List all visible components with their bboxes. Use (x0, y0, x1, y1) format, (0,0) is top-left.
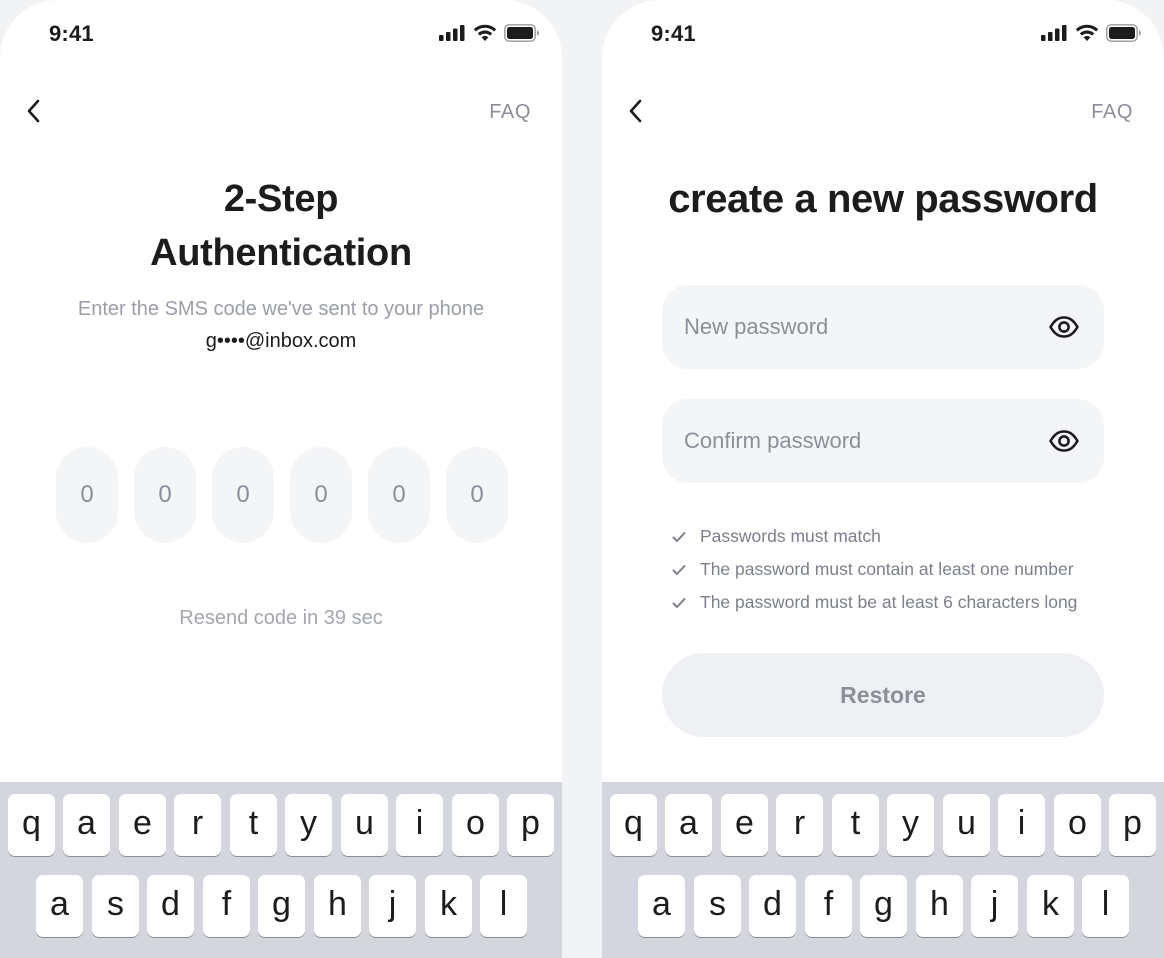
key[interactable]: e (721, 794, 768, 856)
keyboard-row-2: a s d f g h j k l (602, 875, 1164, 937)
key[interactable]: d (147, 875, 194, 937)
key[interactable]: h (916, 875, 963, 937)
key[interactable]: t (230, 794, 277, 856)
key[interactable]: o (452, 794, 499, 856)
on-screen-keyboard: q a e r t y u i o p a s d f g h j k l (602, 782, 1164, 958)
eye-icon (1049, 430, 1079, 452)
status-icons (1041, 24, 1142, 42)
key[interactable]: k (1027, 875, 1074, 937)
key[interactable]: f (203, 875, 250, 937)
restore-button[interactable]: Restore (662, 653, 1104, 737)
code-digit-input[interactable]: 0 (134, 447, 196, 543)
key[interactable]: t (832, 794, 879, 856)
back-button[interactable] (624, 96, 648, 126)
wifi-icon (1075, 24, 1099, 41)
password-rule-text: Passwords must match (700, 526, 881, 546)
key[interactable]: e (119, 794, 166, 856)
key[interactable]: r (174, 794, 221, 856)
code-digit-input[interactable]: 0 (212, 447, 274, 543)
key[interactable]: d (749, 875, 796, 937)
cellular-signal-icon (1041, 25, 1067, 41)
password-rule: The password must be at least 6 characte… (672, 586, 1077, 619)
key[interactable]: i (396, 794, 443, 856)
key[interactable]: q (8, 794, 55, 856)
battery-icon (1106, 24, 1141, 42)
title-line-2: Authentication (150, 232, 412, 274)
faq-link[interactable]: FAQ (1091, 101, 1133, 124)
status-icons (439, 24, 540, 42)
key[interactable]: l (480, 875, 527, 937)
key[interactable]: j (369, 875, 416, 937)
masked-email: g••••@inbox.com (205, 330, 357, 352)
password-rules-list: Passwords must match The password must c… (672, 520, 1077, 619)
key[interactable]: g (258, 875, 305, 937)
on-screen-keyboard: q a e r t y u i o p a s d f g h j k l (0, 782, 562, 958)
key[interactable]: a (665, 794, 712, 856)
key[interactable]: h (314, 875, 361, 937)
key[interactable]: s (694, 875, 741, 937)
sms-instructions: Enter the SMS code we've sent to your ph… (77, 298, 485, 320)
key[interactable]: q (610, 794, 657, 856)
confirm-password-field (662, 399, 1104, 483)
new-password-field (662, 285, 1104, 369)
check-icon (672, 564, 686, 575)
status-time: 9:41 (49, 21, 94, 46)
password-rule-text: The password must contain at least one n… (700, 559, 1074, 579)
chevron-left-icon (27, 99, 40, 123)
key[interactable]: f (805, 875, 852, 937)
key[interactable]: a (638, 875, 685, 937)
toggle-visibility-button[interactable] (1048, 313, 1080, 341)
toggle-visibility-button[interactable] (1048, 427, 1080, 455)
code-digit-input[interactable]: 0 (56, 447, 118, 543)
new-password-screen: 9:41 FAQ create a new password Passwords… (602, 0, 1164, 958)
key[interactable]: g (860, 875, 907, 937)
key[interactable]: k (425, 875, 472, 937)
resend-countdown: Resend code in 39 sec (179, 607, 383, 629)
key[interactable]: i (998, 794, 1045, 856)
key[interactable]: p (507, 794, 554, 856)
key[interactable]: a (63, 794, 110, 856)
keyboard-row-1: q a e r t y u i o p (0, 794, 562, 856)
check-icon (672, 597, 686, 608)
new-password-input[interactable] (684, 285, 1024, 369)
wifi-icon (473, 24, 497, 41)
eye-icon (1049, 316, 1079, 338)
password-rule-text: The password must be at least 6 characte… (700, 592, 1078, 612)
cellular-signal-icon (439, 25, 465, 41)
password-rule: Passwords must match (672, 520, 1077, 553)
key[interactable]: u (341, 794, 388, 856)
check-icon (672, 531, 686, 542)
key[interactable]: a (36, 875, 83, 937)
page-title: create a new password (668, 177, 1098, 221)
key[interactable]: r (776, 794, 823, 856)
key[interactable]: l (1082, 875, 1129, 937)
key[interactable]: s (92, 875, 139, 937)
back-button[interactable] (22, 96, 46, 126)
keyboard-row-2: a s d f g h j k l (0, 875, 562, 937)
password-rule: The password must contain at least one n… (672, 553, 1077, 586)
title-line-1: 2-Step (223, 178, 339, 220)
battery-icon (504, 24, 539, 42)
key[interactable]: p (1109, 794, 1156, 856)
two-step-auth-screen: 9:41 FAQ 2-Step Authentication Enter the… (0, 0, 562, 958)
key[interactable]: y (285, 794, 332, 856)
key[interactable]: o (1054, 794, 1101, 856)
code-digit-input[interactable]: 0 (368, 447, 430, 543)
chevron-left-icon (629, 99, 642, 123)
page-title: 2-Step Authentication (0, 172, 562, 280)
key[interactable]: u (943, 794, 990, 856)
key[interactable]: y (887, 794, 934, 856)
faq-link[interactable]: FAQ (489, 101, 531, 124)
keyboard-row-1: q a e r t y u i o p (602, 794, 1164, 856)
code-digit-input[interactable]: 0 (290, 447, 352, 543)
code-digit-input[interactable]: 0 (446, 447, 508, 543)
status-time: 9:41 (651, 21, 696, 46)
confirm-password-input[interactable] (684, 399, 1024, 483)
key[interactable]: j (971, 875, 1018, 937)
